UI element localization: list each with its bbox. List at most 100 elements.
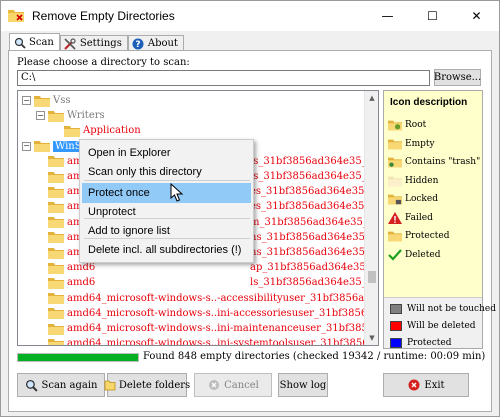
- empty-folder-icon: [388, 138, 402, 150]
- cancel-label: Cancel: [224, 379, 259, 391]
- legend-item: Root: [388, 118, 426, 132]
- deleted-check-icon: [388, 248, 402, 261]
- context-menu: Open in Explorer Scan only this directory…: [79, 139, 254, 263]
- menu-separator: [84, 218, 250, 219]
- app-folder-icon: [8, 10, 24, 22]
- scan-progress-bar: [17, 353, 139, 362]
- hidden-folder-icon: [388, 175, 402, 187]
- legend-item-label: Root: [405, 120, 427, 130]
- folder-icon: [48, 217, 64, 229]
- folder-icon: [48, 293, 64, 305]
- exit-button[interactable]: Exit: [383, 373, 469, 397]
- folder-icon: [48, 277, 64, 289]
- legend-item: Empty: [388, 137, 435, 151]
- tab-about[interactable]: ? About: [127, 35, 184, 51]
- show-log-button[interactable]: Show log: [278, 373, 328, 397]
- menu-item-scan-only-this-directory[interactable]: Scan only this directory: [82, 162, 251, 182]
- scroll-up-icon[interactable]: ▲: [365, 91, 378, 105]
- tab-settings[interactable]: Settings: [59, 35, 128, 51]
- menu-item-open-in-explorer[interactable]: Open in Explorer: [82, 143, 251, 163]
- app-window: Remove Empty Directories — ☐ ✕ Scan Sett…: [0, 0, 500, 417]
- tree-item-label-suffix: ap_31bf3856ad364e35_10.0.102: [250, 262, 378, 274]
- tree-row[interactable]: Application: [18, 123, 141, 138]
- folder-icon: [48, 171, 64, 183]
- folder-icon: [48, 338, 64, 345]
- tree-item-label: amd6: [67, 262, 96, 274]
- exit-icon: [407, 378, 421, 392]
- icon-legend: Icon description Root Empty Contains "tras…: [383, 90, 496, 349]
- folder-icon: [64, 125, 80, 137]
- scan-again-button[interactable]: Scan again: [17, 373, 105, 397]
- tree-item-label: amd64_microsoft-windows-s..ini-maintenan…: [67, 323, 378, 334]
- collapse-toggle-icon[interactable]: −: [22, 141, 31, 151]
- collapse-toggle-icon[interactable]: −: [36, 111, 45, 121]
- tab-strip: Scan Settings ? About: [9, 33, 184, 51]
- root-icon: [388, 119, 402, 131]
- delete-folders-label: Delete folders: [118, 379, 191, 391]
- menu-item-delete-including-subdirectories[interactable]: Delete incl. all subdirectories (!): [82, 240, 251, 260]
- magnifier-icon: [25, 378, 39, 392]
- tree-row[interactable]: amd64_microsoft-windows-s..ini-accessori…: [18, 306, 378, 321]
- delete-folder-icon: [104, 378, 116, 392]
- menu-item-protect-once[interactable]: Protect once: [82, 183, 251, 203]
- collapse-toggle-icon[interactable]: −: [22, 96, 31, 105]
- tree-row[interactable]: amd64_microsoft-windows-s..ini-maintenan…: [18, 321, 378, 336]
- locked-folder-icon: [388, 193, 402, 205]
- folder-icon: [48, 201, 64, 213]
- folder-icon: [48, 247, 64, 259]
- tree-item-label: Application: [83, 125, 141, 137]
- tree-item-label: amd6: [67, 277, 96, 289]
- title-bar: Remove Empty Directories — ☐ ✕: [1, 1, 499, 31]
- legend-item: Hidden: [388, 174, 438, 188]
- tree-row[interactable]: amd64_microsoft-windows-s..ini-systemtoo…: [18, 336, 378, 345]
- menu-separator: [84, 180, 250, 181]
- tree-item-label: Vss: [53, 95, 71, 106]
- legend-item-label: Contains "trash": [405, 157, 481, 167]
- browse-button[interactable]: Browse...: [434, 69, 481, 86]
- progress-fill: [18, 354, 138, 361]
- tab-scan[interactable]: Scan: [9, 33, 60, 51]
- legend-color-label: Protected: [407, 338, 452, 348]
- legend-item-label: Empty: [405, 138, 435, 149]
- close-button[interactable]: ✕: [454, 1, 499, 31]
- tree-row[interactable]: amd6 ls_31bf3856ad364e35_10.0.102: [18, 275, 378, 290]
- legend-item: Deleted: [388, 248, 440, 262]
- legend-item: Failed: [388, 211, 433, 225]
- tree-scrollbar[interactable]: ▲ ▼: [364, 91, 378, 345]
- svg-text:?: ?: [136, 40, 141, 50]
- legend-color-label: Will be deleted: [407, 321, 476, 331]
- legend-item-label: Failed: [405, 212, 433, 223]
- tree-row[interactable]: amd64_microsoft-windows-s..-accessibilit…: [18, 291, 378, 306]
- menu-separator: [84, 238, 250, 239]
- tree-item-label: amd64_microsoft-windows-s..-accessibilit…: [67, 292, 378, 304]
- tree-item-label-suffix: ns_31bf3856ad364e35_10.0.10: [250, 231, 378, 243]
- legend-item: Locked: [388, 192, 438, 206]
- scrollbar-thumb[interactable]: [368, 271, 376, 283]
- tab-about-label: About: [147, 38, 178, 49]
- maximize-button[interactable]: ☐: [410, 1, 455, 31]
- folder-icon: [48, 186, 64, 198]
- tree-row[interactable]: − Vss: [18, 93, 71, 108]
- delete-folders-button[interactable]: Delete folders: [104, 373, 191, 397]
- directory-input[interactable]: C:\: [17, 70, 430, 86]
- tree-item-label-suffix: ls_31bf3856ad364e35_10.0.102: [250, 171, 378, 182]
- tree-item-label-suffix: es_31bf3856ad364e35_10.0.10: [250, 186, 378, 198]
- color-swatch: [390, 338, 402, 348]
- menu-item-unprotect[interactable]: Unprotect: [82, 202, 251, 222]
- tree-row[interactable]: − Writers: [18, 108, 105, 123]
- tab-settings-label: Settings: [79, 38, 122, 49]
- minimize-button[interactable]: —: [365, 1, 410, 31]
- protected-folder-icon: [388, 230, 402, 242]
- cancel-button[interactable]: Cancel: [194, 373, 272, 397]
- mouse-cursor-icon: [170, 183, 184, 202]
- legend-color-label: Will not be touched: [407, 304, 496, 314]
- status-text: Found 848 empty directories (checked 193…: [143, 351, 486, 362]
- legend-color-item: Will be deleted: [390, 319, 476, 333]
- color-swatch: [390, 321, 402, 331]
- folder-icon: [48, 308, 64, 320]
- legend-item-label: Locked: [405, 194, 438, 204]
- folder-icon: [48, 262, 64, 274]
- scroll-down-icon[interactable]: ▼: [365, 331, 378, 345]
- warning-icon: [388, 211, 402, 224]
- tree-item-label-suffix: m_31bf3856ad364e35_10.0.102: [250, 216, 378, 228]
